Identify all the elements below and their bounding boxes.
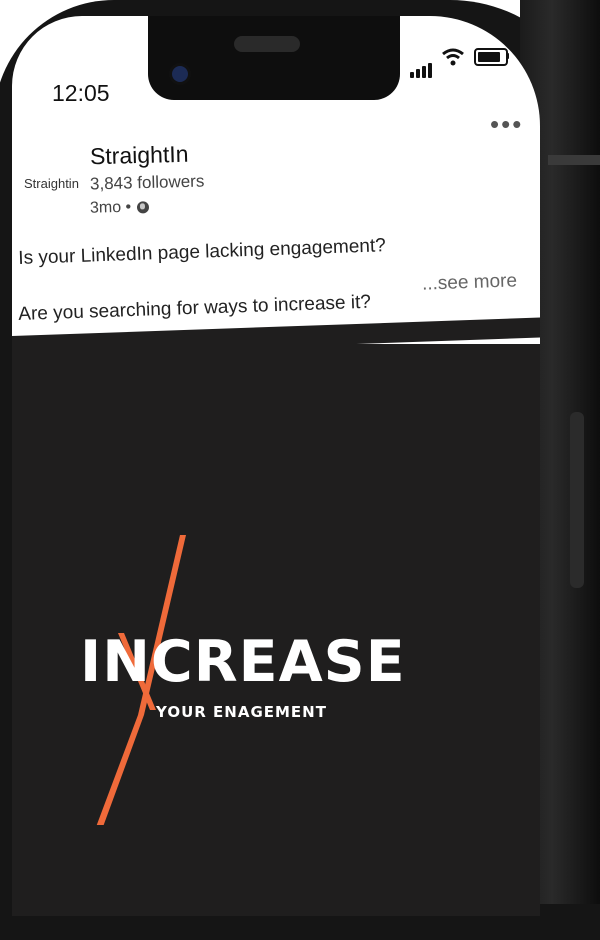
notch (148, 16, 400, 100)
more-horizontal-icon[interactable]: ••• (490, 111, 523, 137)
wifi-icon (442, 48, 464, 66)
globe-icon (137, 201, 150, 214)
status-time: 12:05 (52, 80, 110, 106)
side-button (570, 412, 584, 588)
post-age-text: 3mo • (89, 198, 132, 217)
battery-icon (474, 48, 508, 66)
headline: INCREASE (80, 629, 406, 695)
post-text-line: Are you searching for ways to increase i… (18, 291, 372, 325)
company-logo[interactable]: Straightin (24, 176, 79, 191)
see-more-link[interactable]: ...see more (422, 270, 518, 295)
company-name[interactable]: StraightIn (90, 141, 189, 171)
follower-count: 3,843 followers (89, 171, 205, 194)
earpiece-speaker (234, 36, 300, 52)
post-image-graphic: INCREASE YOUR ENAGEMENT (80, 515, 440, 825)
front-camera (172, 66, 188, 82)
post-age: 3mo • (90, 198, 150, 218)
post-text-line: Is your LinkedIn page lacking engagement… (18, 235, 387, 269)
antenna-band (548, 155, 600, 165)
status-icons (410, 48, 520, 78)
subheadline: YOUR ENAGEMENT (156, 703, 327, 721)
